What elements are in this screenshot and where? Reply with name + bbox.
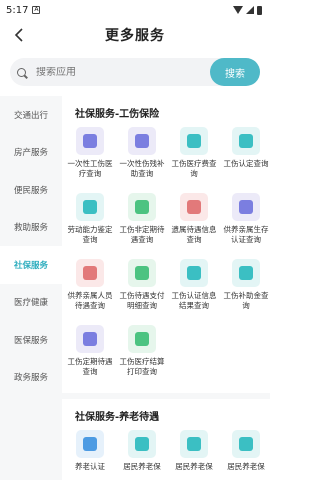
search-icon <box>10 67 32 77</box>
medical-cross-icon <box>128 325 156 353</box>
notification-app-icon: A <box>32 6 41 14</box>
service-item[interactable]: 工伤认证信息结果查询 <box>168 255 220 321</box>
signal-icon <box>246 6 254 14</box>
sidebar-item[interactable]: 救助服务 <box>0 209 62 247</box>
service-item-label: 遗属待遇信息查询 <box>171 225 217 244</box>
document-icon <box>128 193 156 221</box>
service-item[interactable]: 供养亲属生存认证查询 <box>220 189 270 255</box>
service-item-label: 居民养老保 <box>227 462 265 471</box>
service-grid: 一次性工伤医疗查询 一次性伤残补助查询 工伤医疗费查询 工伤认定查询 劳动能力鉴定查询工… <box>62 123 270 387</box>
service-item[interactable]: 居民养老保 <box>168 426 220 480</box>
person-check-icon <box>76 430 104 458</box>
service-item-label: 工伤医疗结算打印查询 <box>119 357 165 376</box>
sidebar-item[interactable]: 便民服务 <box>0 171 62 209</box>
yuan-icon <box>128 259 156 287</box>
service-item-label: 养老认证 <box>75 462 105 471</box>
person-doc-icon <box>76 127 104 155</box>
id-card-icon <box>232 430 260 458</box>
service-item-label: 工伤认定查询 <box>223 159 269 168</box>
service-item-label: 工伤待遇支付明细查询 <box>119 291 165 310</box>
service-item-label: 工伤补助金查询 <box>223 291 269 310</box>
service-item[interactable]: 一次性工伤医疗查询 <box>64 123 116 189</box>
service-item[interactable]: 工伤待遇支付明细查询 <box>116 255 168 321</box>
service-item[interactable]: 居民养老保 <box>220 426 270 480</box>
battery-icon <box>257 5 262 15</box>
service-item[interactable]: 一次性伤残补助查询 <box>116 123 168 189</box>
service-item-label: 一次性工伤医疗查询 <box>67 159 113 178</box>
sidebar-item[interactable]: 政务服务 <box>0 359 62 397</box>
service-item[interactable]: 工伤非定期待遇查询 <box>116 189 168 255</box>
search-button[interactable]: 搜索 <box>210 58 260 86</box>
service-item-label: 一次性伤残补助查询 <box>119 159 165 178</box>
list-icon <box>76 325 104 353</box>
service-item[interactable]: 养老认证 <box>64 426 116 480</box>
heart-person-icon <box>180 193 208 221</box>
person-card-icon <box>180 430 208 458</box>
id-card-icon <box>128 127 156 155</box>
service-item-label: 工伤医疗费查询 <box>171 159 217 178</box>
clipboard-icon <box>180 127 208 155</box>
page-title: 更多服务 <box>105 28 165 44</box>
id-card-icon <box>180 259 208 287</box>
person-chart-icon <box>232 193 260 221</box>
section-title: 社保服务-工伤保险 <box>75 109 160 120</box>
service-grid: 养老认证 居民养老保 居民养老保 居民养老保 <box>62 426 270 480</box>
category-sidebar: 交通出行 房产服务 便民服务 救助服务 社保服务 医疗健康 医保服务 政务服务 <box>0 96 62 480</box>
service-item-label: 工伤认证信息结果查询 <box>171 291 217 310</box>
sidebar-item[interactable]: 房产服务 <box>0 134 62 172</box>
chevron-left-icon <box>14 28 23 42</box>
back-button[interactable] <box>9 25 29 45</box>
service-item[interactable]: 工伤补助金查询 <box>220 255 270 321</box>
section-title: 社保服务-养老待遇 <box>75 412 160 423</box>
sidebar-item[interactable]: 交通出行 <box>0 96 62 134</box>
service-item-label: 供养亲属生存认证查询 <box>223 225 269 244</box>
sidebar-item[interactable]: 社保服务 <box>0 246 62 284</box>
service-item-label: 工伤定期待遇查询 <box>67 357 113 376</box>
service-content: 社保服务-工伤保险一次性工伤医疗查询 一次性伤残补助查询 工伤医疗费查询 工伤认定查询… <box>62 96 270 480</box>
search-bar: 搜索 <box>10 58 260 86</box>
service-item-label: 劳动能力鉴定查询 <box>67 225 113 244</box>
service-item[interactable]: 工伤定期待遇查询 <box>64 321 116 387</box>
wifi-icon <box>233 6 243 14</box>
service-item[interactable]: 工伤认定查询 <box>220 123 270 189</box>
status-time: 5:17 <box>6 4 29 16</box>
service-item[interactable]: 居民养老保 <box>116 426 168 480</box>
sidebar-item[interactable]: 医保服务 <box>0 321 62 359</box>
service-item[interactable]: 劳动能力鉴定查询 <box>64 189 116 255</box>
sidebar-item[interactable]: 医疗健康 <box>0 284 62 322</box>
family-icon <box>76 259 104 287</box>
status-right <box>233 5 262 15</box>
service-item[interactable]: 供养亲属人员待遇查询 <box>64 255 116 321</box>
top-bar: 更多服务 <box>0 20 270 50</box>
shield-icon <box>128 430 156 458</box>
service-item-label: 居民养老保 <box>175 462 213 471</box>
service-item[interactable]: 遗属待遇信息查询 <box>168 189 220 255</box>
service-item[interactable]: 工伤医疗结算打印查询 <box>116 321 168 387</box>
service-item-label: 工伤非定期待遇查询 <box>119 225 165 244</box>
service-item-label: 居民养老保 <box>123 462 161 471</box>
service-item[interactable]: 工伤医疗费查询 <box>168 123 220 189</box>
card-yuan-icon <box>232 259 260 287</box>
service-item-label: 供养亲属人员待遇查询 <box>67 291 113 310</box>
badge-icon <box>232 127 260 155</box>
worker-icon <box>76 193 104 221</box>
status-left: 5:17 A <box>6 4 41 16</box>
status-bar: 5:17 A <box>0 0 270 20</box>
